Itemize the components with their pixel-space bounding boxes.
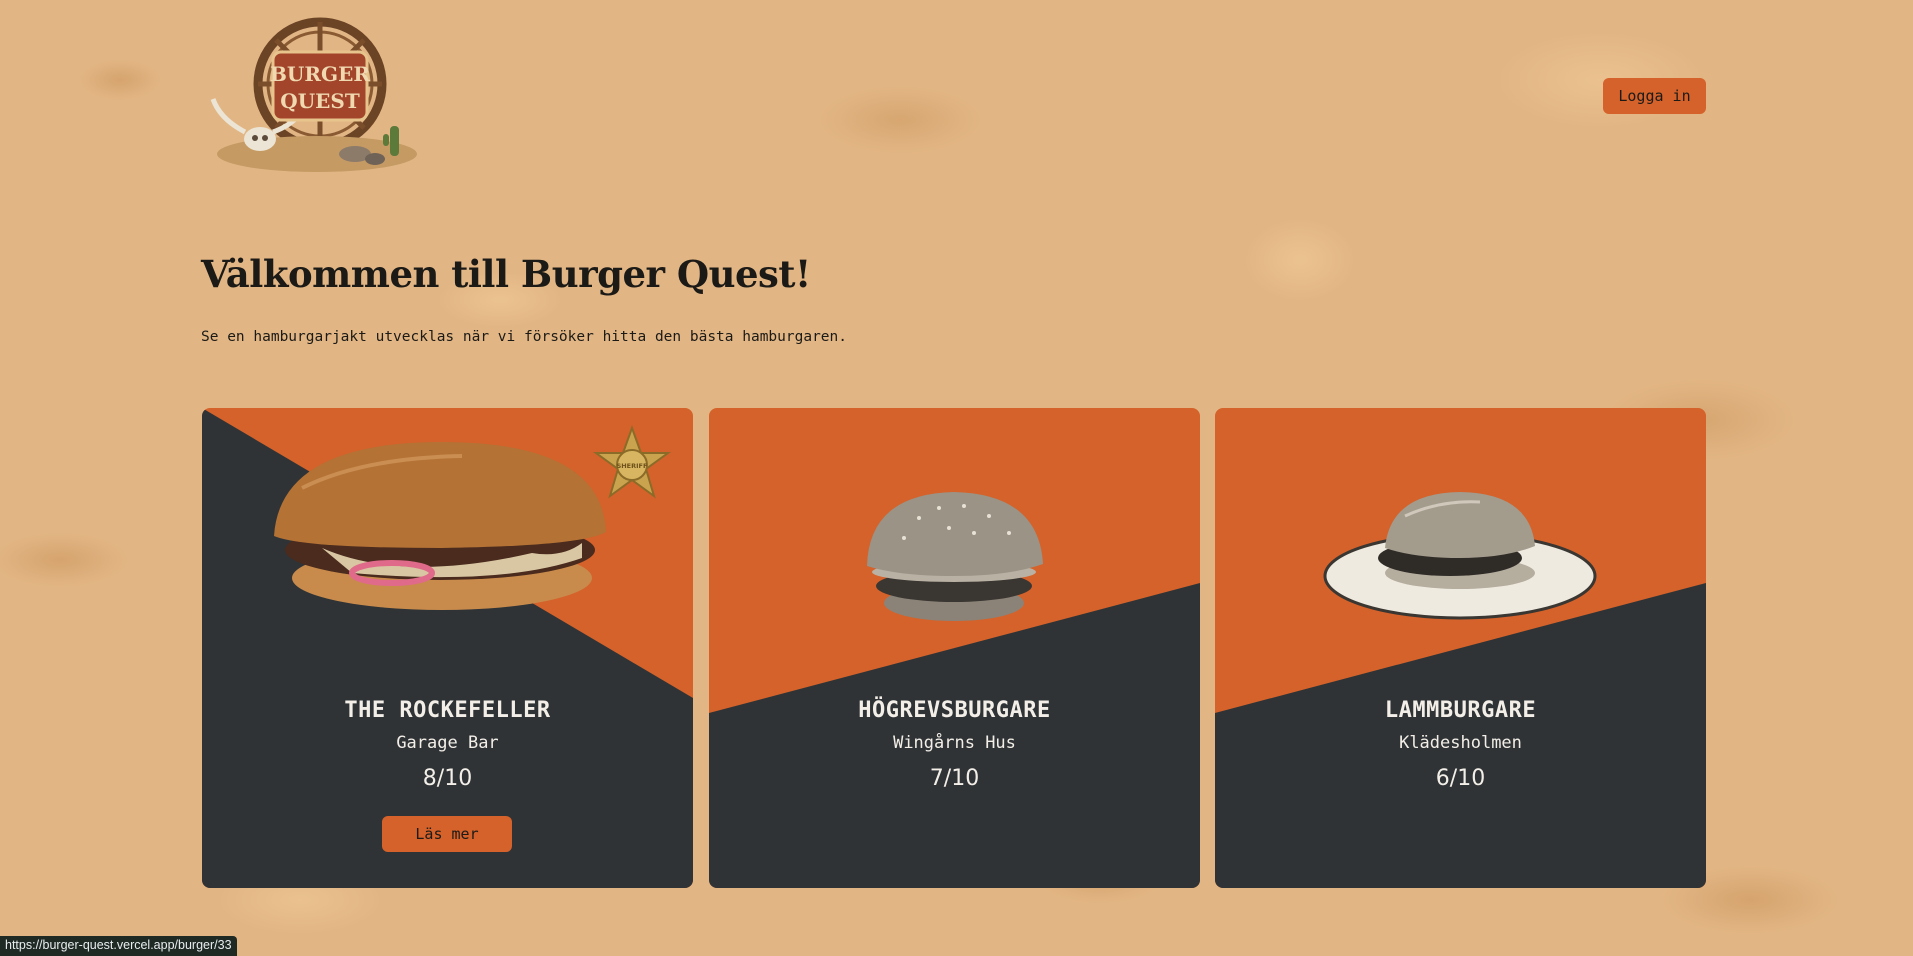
burger-place: Garage Bar xyxy=(396,733,499,753)
status-bar-url: https://burger-quest.vercel.app/burger/3… xyxy=(0,936,237,956)
page-title: Välkommen till Burger Quest! xyxy=(201,252,811,296)
burger-card[interactable]: LAMMBURGARE Klädesholmen 6/10 xyxy=(1215,408,1706,888)
read-more-button[interactable]: Läs mer xyxy=(382,816,512,852)
burger-score: 8/10 xyxy=(422,766,473,791)
login-button[interactable]: Logga in xyxy=(1603,78,1706,114)
burger-name: THE ROCKEFELLER xyxy=(344,698,551,723)
burger-place: Klädesholmen xyxy=(1399,733,1522,753)
svg-text:BURGER: BURGER xyxy=(270,62,370,86)
burger-image xyxy=(867,492,1043,621)
svg-text:QUEST: QUEST xyxy=(280,89,360,113)
burger-place: Wingårns Hus xyxy=(893,733,1016,753)
svg-text:SHERIFF: SHERIFF xyxy=(617,462,648,470)
burger-name: HÖGREVSBURGARE xyxy=(858,698,1051,723)
page-subtitle: Se en hamburgarjakt utvecklas när vi för… xyxy=(201,329,848,345)
burger-score: 7/10 xyxy=(929,766,980,791)
burger-card[interactable]: HÖGREVSBURGARE Wingårns Hus 7/10 xyxy=(709,408,1200,888)
burger-card[interactable]: SHERIFF THE ROCKEFELLER Garage Bar 8/10 … xyxy=(202,408,693,888)
burger-score: 6/10 xyxy=(1435,766,1486,791)
burger-image xyxy=(1323,492,1597,620)
sheriff-badge-icon: SHERIFF xyxy=(592,425,672,499)
burger-quest-logo[interactable]: BURGER QUEST xyxy=(205,14,430,174)
burger-name: LAMMBURGARE xyxy=(1384,698,1537,723)
